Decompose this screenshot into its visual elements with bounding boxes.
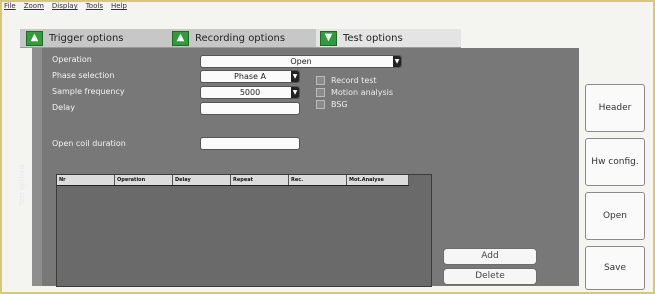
tab-trigger-options[interactable]: ▲ Trigger options: [26, 29, 124, 47]
delay-label: Delay: [52, 103, 75, 112]
hw-config-button[interactable]: Hw config.: [585, 138, 645, 186]
column-header-operation[interactable]: Operation: [115, 175, 173, 185]
test-sequence-table[interactable]: Nr Operation Delay Repeat Rec. Mot.Analy…: [56, 174, 432, 287]
bsg-checkbox[interactable]: BSG: [316, 100, 348, 109]
side-label-strip: Test options: [18, 48, 42, 286]
operation-label: Operation: [52, 55, 92, 64]
frequency-label: Sample frequency: [52, 87, 125, 96]
tab-bar: ▲ Trigger options ▲ Recording options ▼ …: [20, 29, 461, 48]
operation-value: Open: [290, 57, 312, 66]
up-arrow-icon: ▲: [26, 30, 43, 46]
frequency-select[interactable]: 5000 ▼: [200, 86, 300, 99]
column-header-mot-analyse[interactable]: Mot.Analyse: [347, 175, 409, 185]
checkbox-label: BSG: [331, 100, 348, 109]
coil-duration-label: Open coil duration: [52, 139, 126, 148]
chevron-down-icon[interactable]: ▼: [291, 71, 299, 82]
menu-help[interactable]: Help: [111, 2, 127, 14]
column-header-nr[interactable]: Nr: [57, 175, 115, 185]
tab-label: Recording options: [195, 32, 286, 44]
operation-select[interactable]: Open ▼: [200, 55, 402, 68]
checkbox-box: [316, 100, 325, 109]
menu-file[interactable]: File: [4, 2, 16, 14]
delete-button[interactable]: Delete: [443, 268, 537, 285]
chevron-down-icon[interactable]: ▼: [291, 87, 299, 98]
menu-display[interactable]: Display: [52, 2, 78, 14]
menu-zoom[interactable]: Zoom: [24, 2, 44, 14]
open-button[interactable]: Open: [585, 192, 645, 240]
tab-test-options[interactable]: ▼ Test options: [316, 29, 461, 47]
tab-label: Test options: [343, 32, 403, 44]
frequency-value: 5000: [239, 88, 261, 97]
motion-analysis-checkbox[interactable]: Motion analysis: [316, 88, 393, 97]
table-header: Nr Operation Delay Repeat Rec. Mot.Analy…: [57, 175, 409, 186]
menu-tools[interactable]: Tools: [86, 2, 103, 14]
checkbox-box: [316, 76, 325, 85]
down-arrow-icon: ▼: [320, 30, 337, 46]
column-header-repeat[interactable]: Repeat: [231, 175, 289, 185]
phase-value: Phase A: [234, 72, 266, 81]
up-arrow-icon: ▲: [172, 30, 189, 46]
chevron-down-icon[interactable]: ▼: [393, 56, 401, 67]
checkbox-box: [316, 88, 325, 97]
coil-duration-input[interactable]: [200, 137, 300, 150]
checkbox-label: Motion analysis: [331, 88, 394, 97]
record-test-checkbox[interactable]: Record test: [316, 76, 377, 85]
delay-input[interactable]: [200, 102, 300, 115]
save-button[interactable]: Save: [585, 246, 645, 290]
side-label: Test options: [18, 164, 26, 206]
checkbox-label: Record test: [331, 76, 377, 85]
phase-label: Phase selection: [52, 71, 115, 80]
add-button[interactable]: Add: [443, 248, 537, 265]
column-header-delay[interactable]: Delay: [173, 175, 231, 185]
tab-label: Trigger options: [49, 32, 124, 44]
phase-select[interactable]: Phase A ▼: [200, 70, 300, 83]
tab-recording-options[interactable]: ▲ Recording options: [172, 29, 285, 47]
column-header-rec[interactable]: Rec.: [289, 175, 347, 185]
header-button[interactable]: Header: [585, 84, 645, 132]
menu-bar: File Zoom Display Tools Help: [4, 2, 127, 14]
